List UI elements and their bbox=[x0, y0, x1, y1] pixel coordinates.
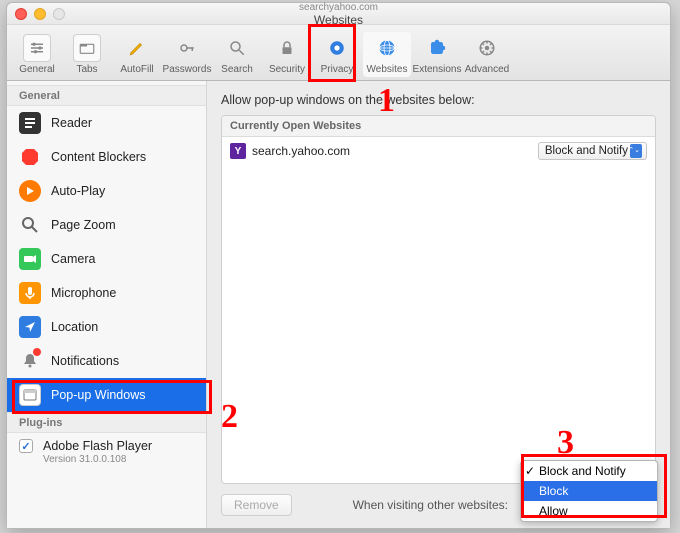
toolbar-label: Privacy bbox=[321, 64, 354, 75]
microphone-icon bbox=[19, 282, 41, 304]
plugin-checkbox[interactable] bbox=[19, 439, 33, 453]
toolbar-search[interactable]: Search bbox=[213, 32, 261, 77]
sidebar: General Reader Content Blockers Auto-Pla… bbox=[7, 81, 207, 528]
toolbar-passwords[interactable]: Passwords bbox=[163, 32, 211, 77]
search-icon bbox=[223, 34, 251, 62]
toolbar-tabs[interactable]: Tabs bbox=[63, 32, 111, 77]
menu-option-allow[interactable]: Allow bbox=[521, 501, 657, 521]
favicon-icon: Y bbox=[230, 143, 246, 159]
sidebar-item-popup-windows[interactable]: Pop-up Windows bbox=[7, 378, 206, 412]
location-icon bbox=[19, 316, 41, 338]
toolbar-general[interactable]: General bbox=[13, 32, 61, 77]
key-icon bbox=[173, 34, 201, 62]
toolbar-extensions[interactable]: Extensions bbox=[413, 32, 461, 77]
sidebar-item-camera[interactable]: Camera bbox=[7, 242, 206, 276]
pencil-icon bbox=[123, 34, 151, 62]
toolbar-label: Security bbox=[269, 64, 305, 75]
sidebar-item-label: Reader bbox=[51, 116, 92, 130]
row-policy-select[interactable]: Block and Notify bbox=[538, 142, 647, 160]
zoom-icon bbox=[19, 214, 41, 236]
footer-label: When visiting other websites: bbox=[353, 498, 508, 512]
sidebar-item-label: Location bbox=[51, 320, 98, 334]
default-policy-menu: Block and Notify Block Allow bbox=[520, 460, 658, 522]
sidebar-item-label: Pop-up Windows bbox=[51, 388, 146, 402]
traffic-lights bbox=[15, 8, 65, 20]
title-stack: searchyahoo.com Websites bbox=[299, 2, 378, 26]
plugin-label: Adobe Flash Player bbox=[43, 439, 152, 453]
table-row[interactable]: Y search.yahoo.com Block and Notify bbox=[222, 137, 655, 165]
remove-button[interactable]: Remove bbox=[221, 494, 292, 516]
toolbar-label: AutoFill bbox=[120, 64, 153, 75]
toolbar-privacy[interactable]: Privacy bbox=[313, 32, 361, 77]
sidebar-header-general: General bbox=[7, 85, 206, 106]
sidebar-item-label: Content Blockers bbox=[51, 150, 146, 164]
notification-badge bbox=[33, 348, 41, 356]
site-domain: search.yahoo.com bbox=[252, 144, 538, 158]
sidebar-item-notifications[interactable]: Notifications bbox=[7, 344, 206, 378]
sidebar-item-page-zoom[interactable]: Page Zoom bbox=[7, 208, 206, 242]
play-icon bbox=[19, 180, 41, 202]
sidebar-item-microphone[interactable]: Microphone bbox=[7, 276, 206, 310]
main-heading: Allow pop-up windows on the websites bel… bbox=[221, 93, 656, 107]
table-header: Currently Open Websites bbox=[222, 116, 655, 137]
toolbar-label: Tabs bbox=[76, 64, 97, 75]
menu-option-block-and-notify[interactable]: Block and Notify bbox=[521, 461, 657, 481]
sidebar-header-plugins: Plug-ins bbox=[7, 412, 206, 433]
sidebar-item-flash[interactable]: Adobe Flash Player Version 31.0.0.108 bbox=[7, 433, 206, 471]
sidebar-item-location[interactable]: Location bbox=[7, 310, 206, 344]
tabs-icon bbox=[73, 34, 101, 62]
toolbar-label: Passwords bbox=[163, 64, 212, 75]
zoom-button[interactable] bbox=[53, 8, 65, 20]
sidebar-item-label: Notifications bbox=[51, 354, 119, 368]
sidebar-item-label: Camera bbox=[51, 252, 95, 266]
close-button[interactable] bbox=[15, 8, 27, 20]
toolbar-websites[interactable]: Websites bbox=[363, 32, 411, 77]
websites-table: Currently Open Websites Y search.yahoo.c… bbox=[221, 115, 656, 484]
toolbar-label: Search bbox=[221, 64, 253, 75]
toolbar: General Tabs AutoFill Passwords bbox=[7, 25, 670, 81]
privacy-icon bbox=[323, 34, 351, 62]
titlebar: searchyahoo.com Websites bbox=[7, 3, 670, 25]
toolbar-label: General bbox=[19, 64, 55, 75]
globe-icon bbox=[373, 34, 401, 62]
toolbar-advanced[interactable]: Advanced bbox=[463, 32, 511, 77]
plugin-version: Version 31.0.0.108 bbox=[43, 454, 152, 465]
camera-icon bbox=[19, 248, 41, 270]
sidebar-item-label: Auto-Play bbox=[51, 184, 105, 198]
toolbar-label: Websites bbox=[367, 64, 408, 75]
preferences-window: searchyahoo.com Websites General Tabs Au… bbox=[6, 2, 671, 529]
minimize-button[interactable] bbox=[34, 8, 46, 20]
sidebar-item-label: Page Zoom bbox=[51, 218, 116, 232]
window-icon bbox=[19, 384, 41, 406]
lock-icon bbox=[273, 34, 301, 62]
puzzle-icon bbox=[423, 34, 451, 62]
menu-option-block[interactable]: Block bbox=[521, 481, 657, 501]
toolbar-security[interactable]: Security bbox=[263, 32, 311, 77]
reader-icon bbox=[19, 112, 41, 134]
toolbar-label: Advanced bbox=[465, 64, 509, 75]
sidebar-item-reader[interactable]: Reader bbox=[7, 106, 206, 140]
sidebar-item-content-blockers[interactable]: Content Blockers bbox=[7, 140, 206, 174]
stop-icon bbox=[19, 146, 41, 168]
title-subtitle: Websites bbox=[299, 14, 378, 26]
plugin-text: Adobe Flash Player Version 31.0.0.108 bbox=[43, 439, 152, 465]
advanced-icon bbox=[473, 34, 501, 62]
toolbar-autofill[interactable]: AutoFill bbox=[113, 32, 161, 77]
sidebar-item-auto-play[interactable]: Auto-Play bbox=[7, 174, 206, 208]
toolbar-label: Extensions bbox=[413, 64, 462, 75]
gear-icon bbox=[23, 34, 51, 62]
sidebar-item-label: Microphone bbox=[51, 286, 116, 300]
